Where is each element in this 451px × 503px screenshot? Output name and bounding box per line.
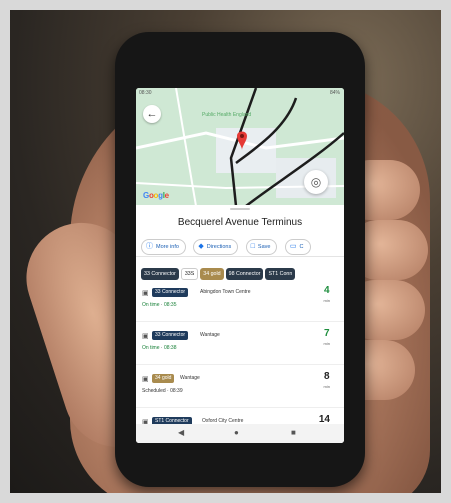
map[interactable]: 08:30 84% ← Public Health England Google… <box>136 88 344 206</box>
destination: Wantage <box>200 332 220 338</box>
recents-nav-icon[interactable]: ■ <box>291 428 296 437</box>
directions-button[interactable]: ◆ Directions <box>193 239 239 255</box>
place-title: Becquerel Avenue Terminus <box>177 217 303 228</box>
route-chip[interactable]: 33S <box>180 268 199 280</box>
minutes-until: 4 min <box>323 285 330 304</box>
departure-status: On time · 08:35 <box>142 302 177 308</box>
row-separator <box>136 321 344 322</box>
destination: Abingdon Town Centre <box>200 289 251 295</box>
destination: Wantage <box>180 375 200 381</box>
directions-icon: ◆ <box>198 243 204 250</box>
route-badge: 33 Connector <box>152 331 189 340</box>
status-bar: 08:30 84% <box>139 90 340 96</box>
bus-icon: ▣ <box>142 376 149 383</box>
photo-frame: 08:30 84% ← Public Health England Google… <box>10 10 441 493</box>
minutes-until: 8 min <box>323 371 330 390</box>
share-button[interactable]: ▭ C <box>284 239 311 255</box>
route-chip[interactable]: 98 Connector <box>225 268 264 280</box>
route-badge: 33 Connector <box>152 288 189 297</box>
back-nav-icon[interactable]: ◀ <box>178 428 184 437</box>
map-poi-label: Public Health England <box>202 112 252 118</box>
row-separator <box>136 407 344 408</box>
route-badge: 34 gold <box>152 374 175 383</box>
route-filter-chips: 33 Connector 33S 34 gold 98 Connector ST1 Co… <box>141 262 297 280</box>
departure-row[interactable]: ▣ 33 Connector Wantage On time · 08:38 7… <box>136 324 344 364</box>
departure-status: On time · 08:38 <box>142 345 177 351</box>
info-icon: ⓘ <box>146 243 153 250</box>
departure-row[interactable]: ▣ 33 Connector Abingdon Town Centre On t… <box>136 281 344 321</box>
phone-screen: 08:30 84% ← Public Health England Google… <box>136 88 344 443</box>
bus-icon: ▣ <box>142 290 149 297</box>
departure-status: Scheduled · 08:39 <box>142 388 183 394</box>
arrow-left-icon: ← <box>146 108 158 120</box>
divider <box>136 256 344 257</box>
my-location-button[interactable]: ◎ <box>304 170 328 194</box>
minutes-until: 7 min <box>323 328 330 347</box>
back-button[interactable]: ← <box>143 105 161 123</box>
action-chips: ⓘ More info ◆ Directions □ Save ▭ C <box>141 235 314 255</box>
place-sheet: Becquerel Avenue Terminus ⓘ More info ◆ Di… <box>136 205 344 443</box>
drag-handle[interactable] <box>230 208 250 210</box>
android-nav-bar: ◀ ● ■ <box>136 424 344 443</box>
row-separator <box>136 364 344 365</box>
share-icon: ▭ <box>289 243 297 250</box>
bookmark-icon: □ <box>250 243 255 250</box>
crosshair-icon: ◎ <box>310 175 322 189</box>
departure-row[interactable]: ▣ 34 gold Wantage Scheduled · 08:39 8 min <box>136 367 344 407</box>
bus-icon: ▣ <box>142 333 149 340</box>
save-button[interactable]: □ Save <box>245 239 278 255</box>
route-chip[interactable]: 34 gold <box>200 268 224 280</box>
google-logo: Google <box>143 191 169 200</box>
more-info-button[interactable]: ⓘ More info <box>141 239 186 255</box>
route-chip[interactable]: 33 Connector <box>141 268 179 280</box>
route-chip[interactable]: ST1 Conn <box>265 268 296 280</box>
home-nav-icon[interactable]: ● <box>234 428 239 437</box>
